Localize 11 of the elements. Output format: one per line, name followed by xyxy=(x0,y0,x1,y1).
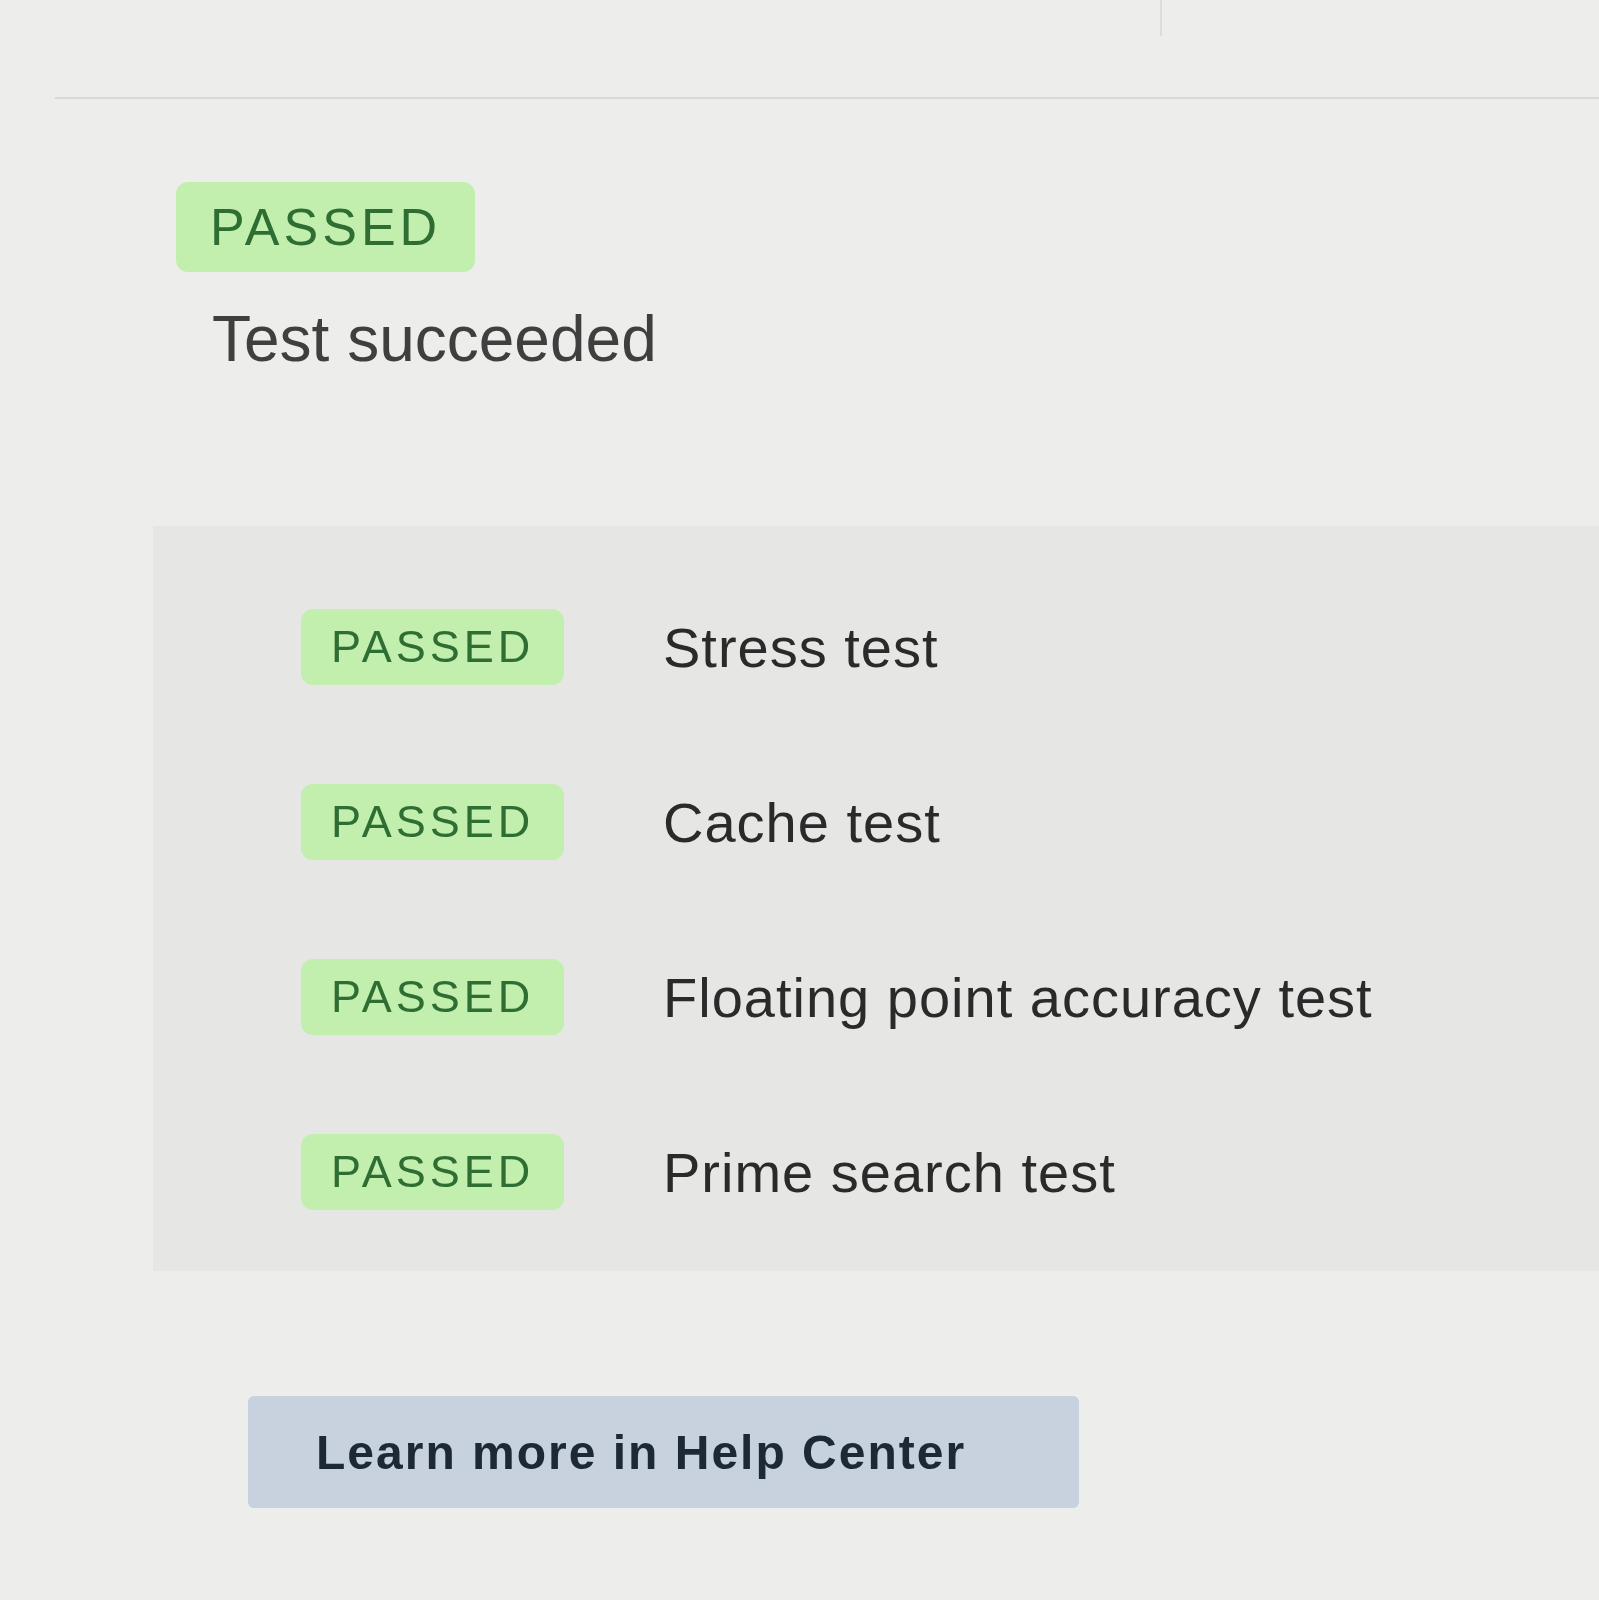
status-badge: PASSED xyxy=(301,784,565,860)
status-badge: PASSED xyxy=(301,609,565,685)
status-badge: PASSED xyxy=(176,182,476,272)
test-name: Cache test xyxy=(663,789,941,855)
test-name: Prime search test xyxy=(663,1139,1116,1205)
status-badge: PASSED xyxy=(301,1134,565,1210)
result-message: Test succeeded xyxy=(212,302,657,376)
test-name: Stress test xyxy=(663,614,939,680)
help-center-button[interactable]: Learn more in Help Center xyxy=(248,1396,1079,1508)
status-badge: PASSED xyxy=(301,959,565,1035)
test-name: Floating point accuracy test xyxy=(663,964,1373,1030)
